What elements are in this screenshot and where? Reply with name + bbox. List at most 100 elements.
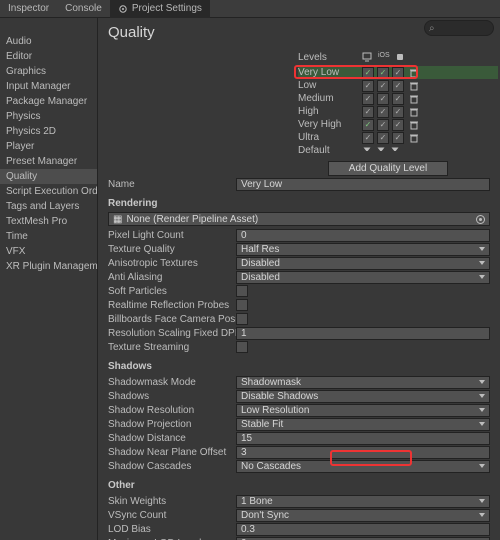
- level-check[interactable]: [392, 93, 404, 105]
- sidebar-item-graphics[interactable]: Graphics: [0, 64, 97, 79]
- r-soft-particles-label: Soft Particles: [108, 286, 236, 297]
- s-shadow-cascades-field[interactable]: No Cascades: [236, 460, 490, 473]
- level-row-very-high[interactable]: Very High: [298, 118, 498, 131]
- tab-inspector[interactable]: Inspector: [0, 0, 57, 18]
- sidebar-item-physics[interactable]: Physics: [0, 109, 97, 124]
- r-soft-particles-checkbox[interactable]: [236, 285, 248, 297]
- r-realtime-reflection-probes-checkbox[interactable]: [236, 299, 248, 311]
- s-shadow-near-plane-offset-field[interactable]: 3: [236, 446, 490, 459]
- s-shadow-projection-field[interactable]: Stable Fit: [236, 418, 490, 431]
- levels-header: Levels: [298, 52, 362, 65]
- sidebar-item-script-execution-order[interactable]: Script Execution Order: [0, 184, 97, 199]
- trash-icon[interactable]: [409, 81, 419, 91]
- o-lod-bias-field[interactable]: 0.3: [236, 523, 490, 536]
- trash-icon[interactable]: [409, 94, 419, 104]
- s-shadows-field[interactable]: Disable Shadows: [236, 390, 490, 403]
- level-check[interactable]: [377, 80, 389, 92]
- level-check[interactable]: [392, 80, 404, 92]
- default-android-dropdown[interactable]: [392, 147, 399, 154]
- level-check[interactable]: [377, 119, 389, 131]
- sidebar-item-tags-and-layers[interactable]: Tags and Layers: [0, 199, 97, 214]
- level-row-low[interactable]: Low: [298, 79, 498, 92]
- level-check[interactable]: [392, 106, 404, 118]
- s-shadow-near-plane-offset-label: Shadow Near Plane Offset: [108, 447, 236, 458]
- sidebar-item-time[interactable]: Time: [0, 229, 97, 244]
- default-desktop-dropdown[interactable]: [364, 147, 371, 154]
- r-pixel-light-count-label: Pixel Light Count: [108, 230, 236, 241]
- level-check[interactable]: [362, 80, 374, 92]
- r-texture-streaming-checkbox[interactable]: [236, 341, 248, 353]
- r-anisotropic-textures-label: Anisotropic Textures: [108, 258, 236, 269]
- s-shadow-resolution-field[interactable]: Low Resolution: [236, 404, 490, 417]
- level-check[interactable]: [362, 106, 374, 118]
- s-shadowmask-mode: Shadowmask ModeShadowmask: [108, 375, 490, 389]
- r-texture-streaming: Texture Streaming: [108, 340, 490, 354]
- name-row-label: Name: [108, 179, 236, 190]
- top-tabs: Inspector Console Project Settings: [0, 0, 500, 18]
- ios-icon: iOS: [378, 52, 390, 65]
- o-skin-weights: Skin Weights1 Bone: [108, 494, 490, 508]
- o-maximum-lod-level: Maximum LOD Level0: [108, 536, 490, 540]
- level-check[interactable]: [377, 132, 389, 144]
- level-check[interactable]: [362, 119, 374, 131]
- o-lod-bias: LOD Bias0.3: [108, 522, 490, 536]
- sidebar-item-physics-2d[interactable]: Physics 2D: [0, 124, 97, 139]
- level-row-ultra[interactable]: Ultra: [298, 131, 498, 144]
- sidebar-item-quality[interactable]: Quality: [0, 169, 97, 184]
- level-check[interactable]: [362, 93, 374, 105]
- o-maximum-lod-level-field[interactable]: 0: [236, 537, 490, 540]
- sidebar-item-editor[interactable]: Editor: [0, 49, 97, 64]
- level-check[interactable]: [392, 132, 404, 144]
- trash-icon[interactable]: [409, 68, 419, 78]
- o-skin-weights-field[interactable]: 1 Bone: [236, 495, 490, 508]
- sidebar-item-preset-manager[interactable]: Preset Manager: [0, 154, 97, 169]
- default-ios-dropdown[interactable]: [378, 147, 385, 154]
- r-anti-aliasing-field[interactable]: Disabled: [236, 271, 490, 284]
- s-shadows-label: Shadows: [108, 391, 236, 402]
- level-check[interactable]: [362, 67, 374, 79]
- tab-project-settings[interactable]: Project Settings: [110, 0, 210, 18]
- r-texture-streaming-label: Texture Streaming: [108, 342, 236, 353]
- o-vsync-count-field[interactable]: Don't Sync: [236, 509, 490, 522]
- add-quality-level-button[interactable]: Add Quality Level: [328, 161, 448, 176]
- r-billboards-face-camera-position-checkbox[interactable]: [236, 313, 248, 325]
- object-picker-icon[interactable]: [476, 215, 485, 224]
- level-check[interactable]: [377, 67, 389, 79]
- o-vsync-count: VSync CountDon't Sync: [108, 508, 490, 522]
- sidebar-item-textmesh-pro[interactable]: TextMesh Pro: [0, 214, 97, 229]
- sidebar-item-xr-plugin-management[interactable]: XR Plugin Management: [0, 259, 97, 274]
- name-row-field[interactable]: Very Low: [236, 178, 490, 191]
- sidebar-item-player[interactable]: Player: [0, 139, 97, 154]
- level-row-high[interactable]: High: [298, 105, 498, 118]
- r-resolution-scaling-fixed-dpi-factor-label: Resolution Scaling Fixed DPI Factor: [108, 328, 236, 339]
- level-row-very-low[interactable]: Very Low: [298, 66, 498, 79]
- android-icon: [396, 52, 404, 65]
- sidebar-item-input-manager[interactable]: Input Manager: [0, 79, 97, 94]
- trash-icon[interactable]: [409, 120, 419, 130]
- level-check[interactable]: [377, 106, 389, 118]
- tab-console[interactable]: Console: [57, 0, 110, 18]
- level-row-medium[interactable]: Medium: [298, 92, 498, 105]
- trash-icon[interactable]: [409, 133, 419, 143]
- trash-icon[interactable]: [409, 107, 419, 117]
- level-check[interactable]: [392, 119, 404, 131]
- sidebar-item-package-manager[interactable]: Package Manager: [0, 94, 97, 109]
- r-pixel-light-count-field[interactable]: 0: [236, 229, 490, 242]
- s-shadowmask-mode-field[interactable]: Shadowmask: [236, 376, 490, 389]
- r-texture-quality-field[interactable]: Half Res: [236, 243, 490, 256]
- s-shadowmask-mode-label: Shadowmask Mode: [108, 377, 236, 388]
- quality-panel: Quality Levels iOS Very LowLowMediumHigh…: [98, 18, 500, 540]
- r-soft-particles: Soft Particles: [108, 284, 490, 298]
- sidebar-item-audio[interactable]: Audio: [0, 34, 97, 49]
- r-anisotropic-textures-field[interactable]: Disabled: [236, 257, 490, 270]
- level-check[interactable]: [362, 132, 374, 144]
- page-title: Quality: [108, 24, 490, 41]
- s-shadow-distance-field[interactable]: 15: [236, 432, 490, 445]
- default-level-row: Default: [298, 144, 498, 157]
- level-check[interactable]: [377, 93, 389, 105]
- render-pipeline-asset[interactable]: ▦None (Render Pipeline Asset): [108, 212, 490, 226]
- platform-icons: iOS: [362, 52, 404, 65]
- r-resolution-scaling-fixed-dpi-factor-field[interactable]: 1: [236, 327, 490, 340]
- sidebar-item-vfx[interactable]: VFX: [0, 244, 97, 259]
- level-check[interactable]: [392, 67, 404, 79]
